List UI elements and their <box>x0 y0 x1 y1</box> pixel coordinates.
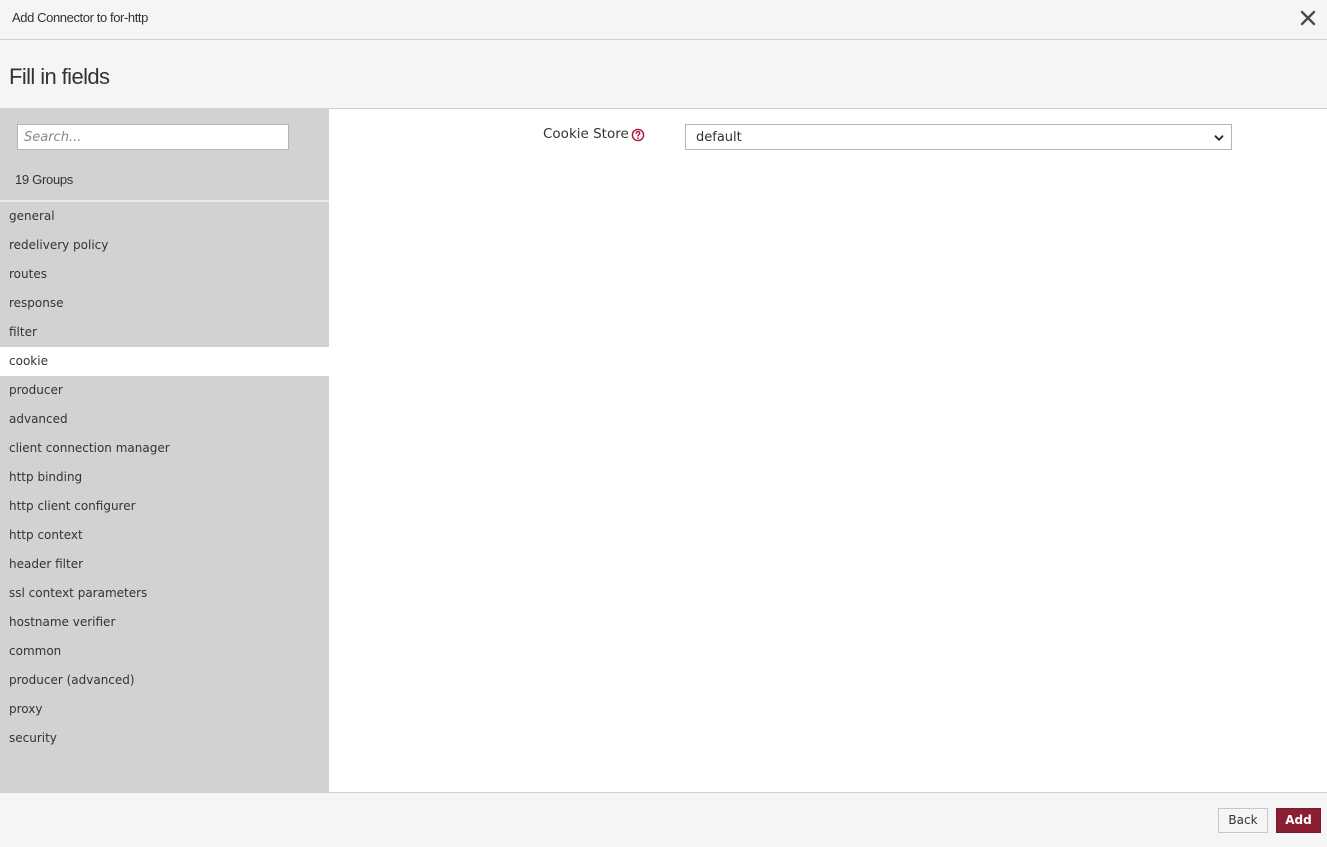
cookie-store-value: default <box>696 130 742 145</box>
sidebar-item-client-connection-manager[interactable]: client connection manager <box>0 434 329 463</box>
group-list: general redelivery policy routes respons… <box>0 202 329 753</box>
sidebar-item-producer[interactable]: producer <box>0 376 329 405</box>
sidebar-item-ssl-context-parameters[interactable]: ssl context parameters <box>0 579 329 608</box>
sidebar-item-common[interactable]: common <box>0 637 329 666</box>
sidebar-item-routes[interactable]: routes <box>0 260 329 289</box>
close-icon <box>1300 10 1316 26</box>
page-title: Fill in fields <box>9 64 110 89</box>
groups-count: 19 Groups <box>15 172 74 187</box>
dialog-footer: Back Add <box>0 792 1327 847</box>
chevron-down-icon <box>1214 135 1224 141</box>
sidebar-item-filter[interactable]: filter <box>0 318 329 347</box>
subheader: Fill in fields <box>0 40 1327 109</box>
back-button[interactable]: Back <box>1218 808 1268 833</box>
dialog-header: Add Connector to for-http <box>0 0 1327 40</box>
sidebar-item-header-filter[interactable]: header filter <box>0 550 329 579</box>
cookie-store-select[interactable]: default <box>685 124 1232 150</box>
form-content: Cookie Store default <box>329 109 1327 792</box>
cookie-store-label: Cookie Store <box>543 126 629 142</box>
dialog-title: Add Connector to for-http <box>12 10 148 25</box>
sidebar-item-security[interactable]: security <box>0 724 329 753</box>
sidebar-item-hostname-verifier[interactable]: hostname verifier <box>0 608 329 637</box>
sidebar-item-cookie[interactable]: cookie <box>0 347 329 376</box>
search-input[interactable] <box>17 124 289 150</box>
sidebar-item-general[interactable]: general <box>0 202 329 231</box>
sidebar-item-producer-advanced[interactable]: producer (advanced) <box>0 666 329 695</box>
help-circle-icon[interactable] <box>631 128 645 142</box>
sidebar-item-response[interactable]: response <box>0 289 329 318</box>
sidebar-item-advanced[interactable]: advanced <box>0 405 329 434</box>
sidebar-item-redelivery-policy[interactable]: redelivery policy <box>0 231 329 260</box>
sidebar-item-proxy[interactable]: proxy <box>0 695 329 724</box>
sidebar-item-http-context[interactable]: http context <box>0 521 329 550</box>
close-button[interactable] <box>1297 7 1319 29</box>
group-sidebar: 19 Groups general redelivery policy rout… <box>0 109 329 792</box>
sidebar-item-http-client-configurer[interactable]: http client configurer <box>0 492 329 521</box>
add-button[interactable]: Add <box>1276 808 1321 833</box>
sidebar-item-http-binding[interactable]: http binding <box>0 463 329 492</box>
